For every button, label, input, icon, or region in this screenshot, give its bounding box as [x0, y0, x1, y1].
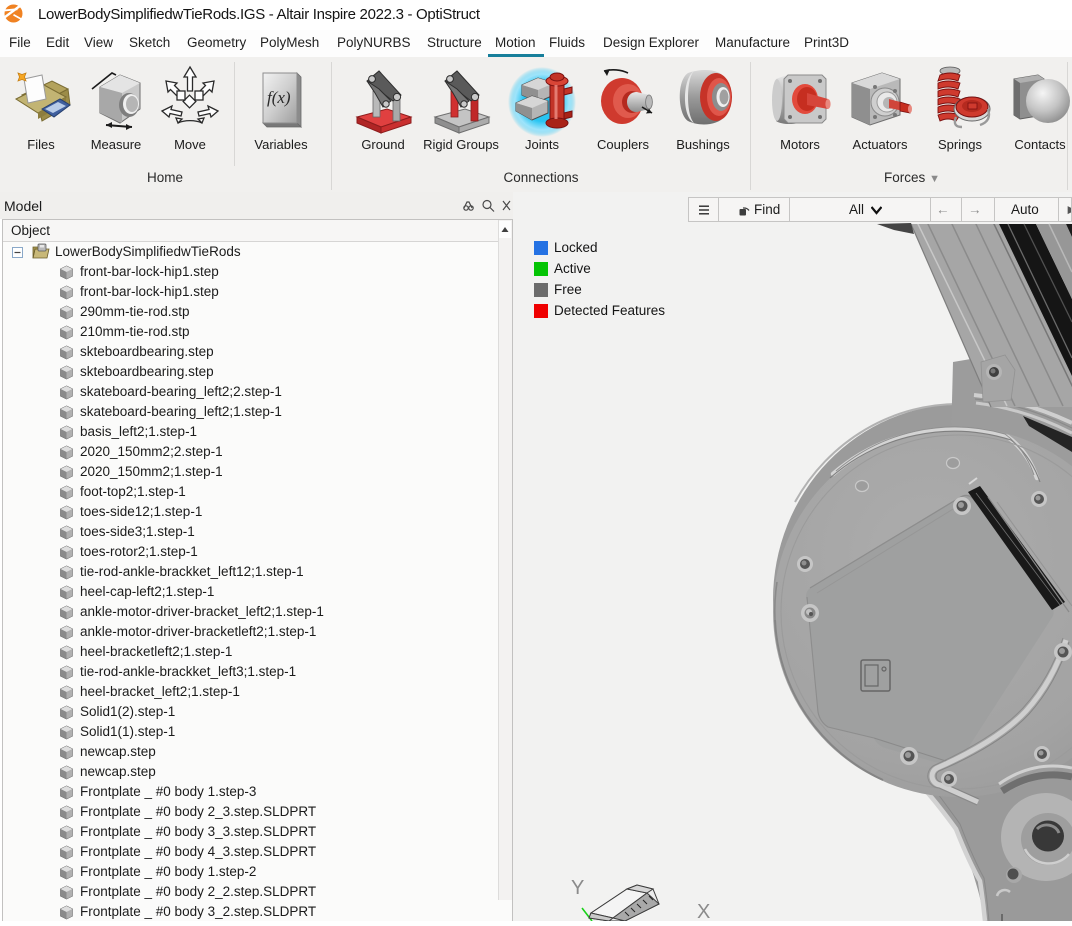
svg-text:f(x): f(x): [267, 88, 291, 107]
